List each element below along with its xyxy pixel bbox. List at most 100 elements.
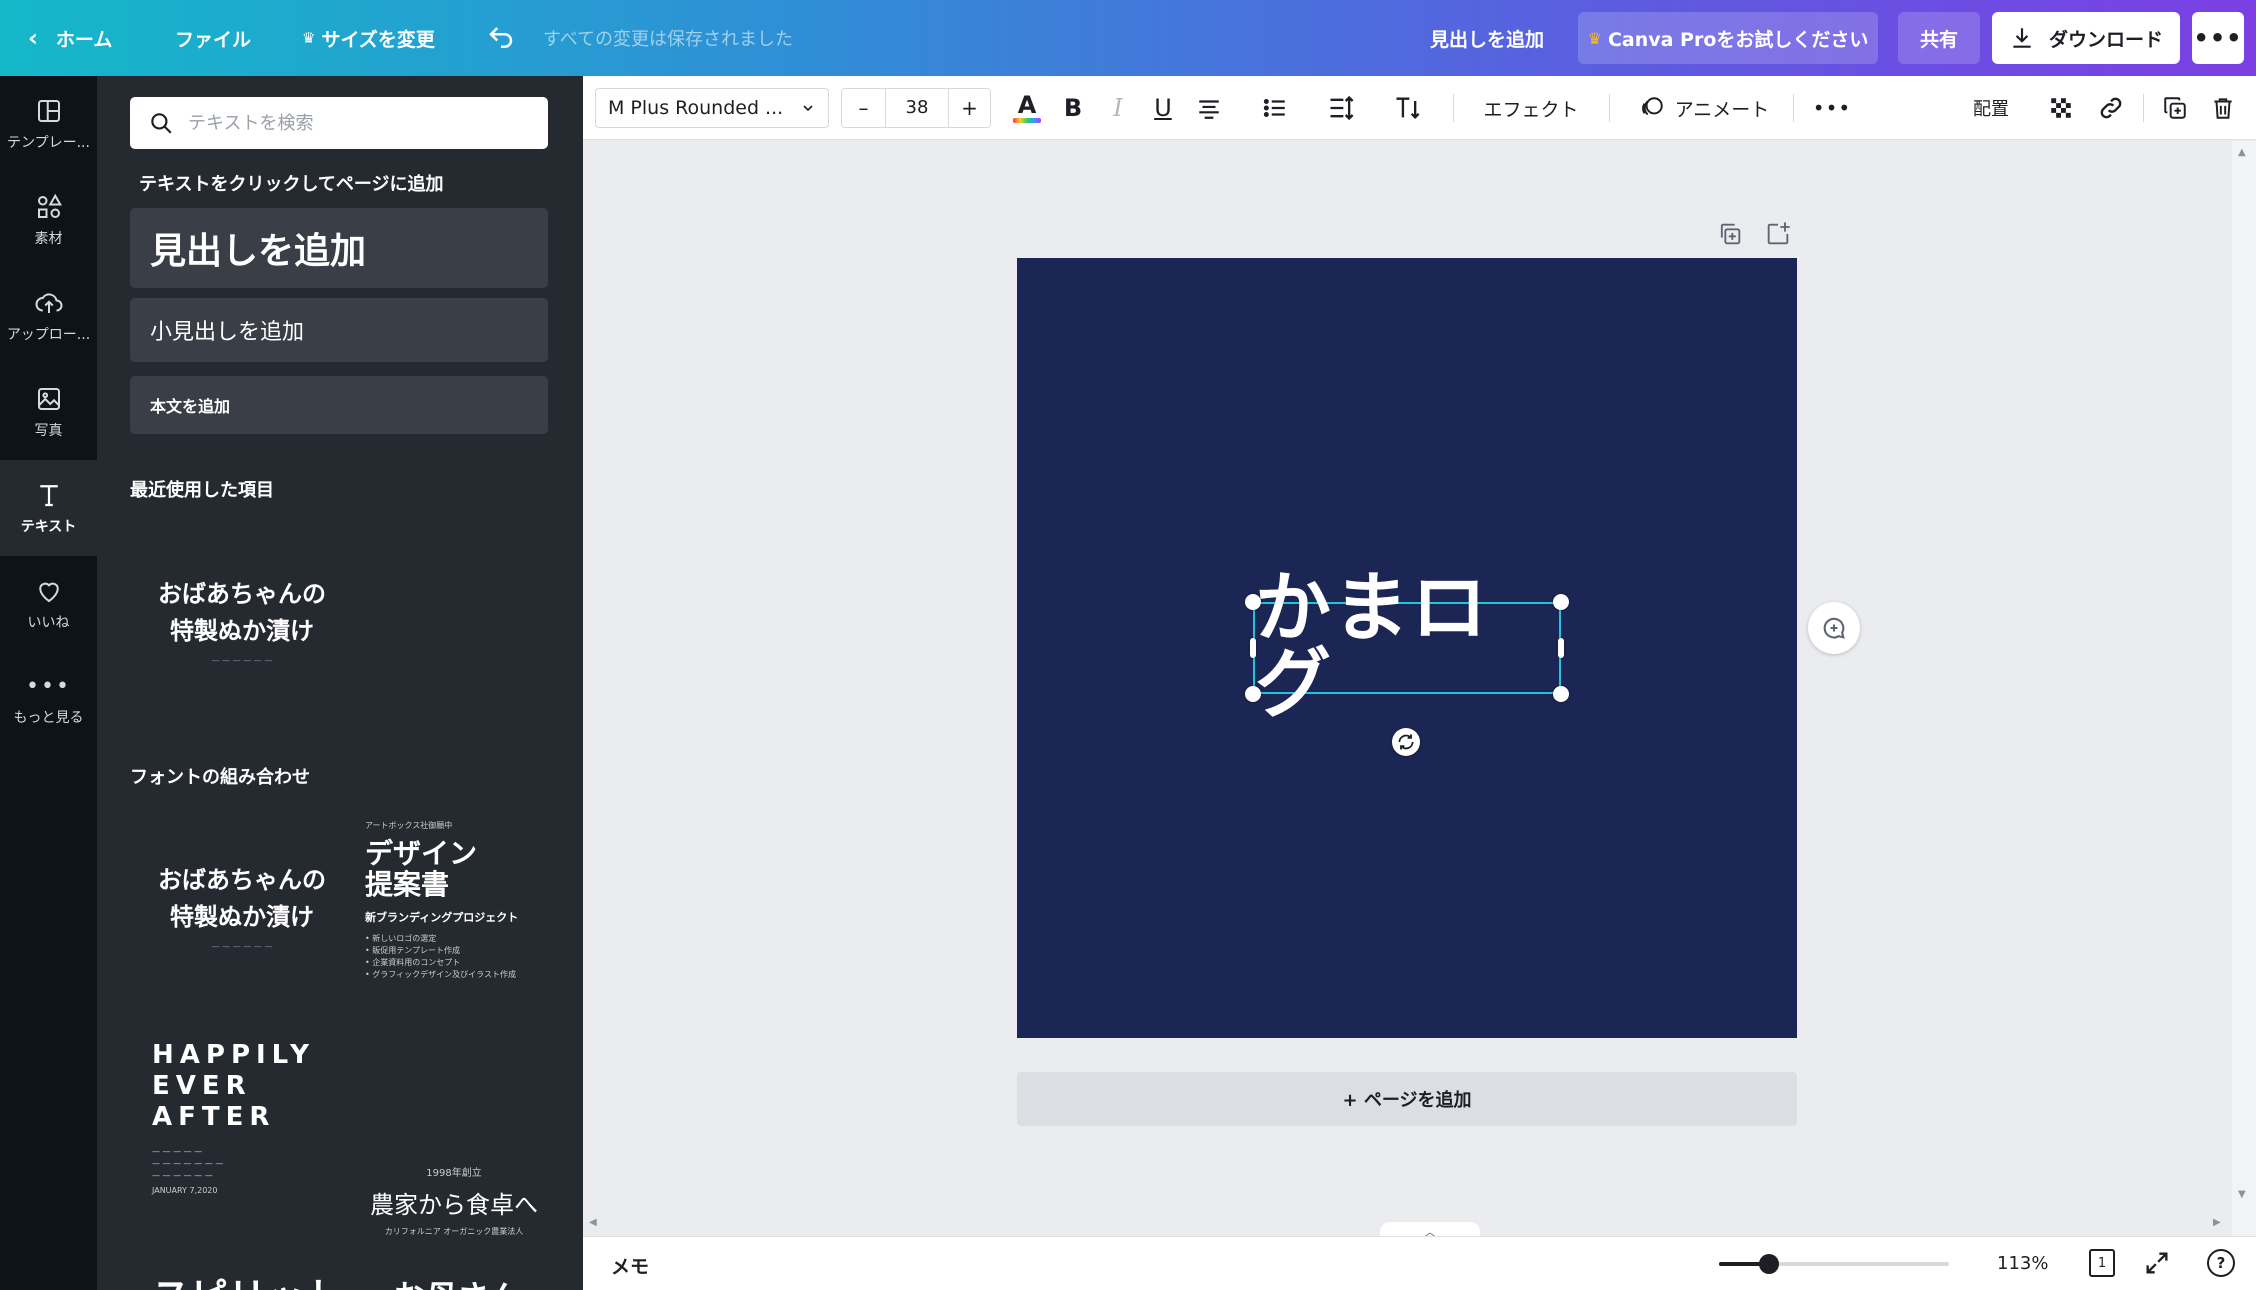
transparency-button[interactable]	[2041, 88, 2081, 128]
file-menu-button[interactable]: ファイル	[175, 0, 251, 76]
recent-font-combo[interactable]: おばあちゃんの 特製ぬか漬け — — — — — —	[152, 574, 332, 665]
font-size-decrease-button[interactable]: –	[842, 88, 886, 128]
fullscreen-button[interactable]	[2143, 1249, 2171, 1281]
vertical-scrollbar[interactable]: ▲ ▼	[2232, 141, 2256, 1236]
font-combo-4[interactable]: 1998年創立 農家から食卓へ カリフォルニア オーガニック農業法人	[359, 1164, 549, 1237]
duplicate-button[interactable]	[2155, 88, 2195, 128]
scroll-up-arrow[interactable]: ▲	[2238, 147, 2246, 158]
home-button[interactable]: ‹ ホーム	[28, 0, 112, 76]
selected-text-element[interactable]: かまログ	[1253, 570, 1561, 722]
crown-icon: ♛	[1587, 28, 1602, 48]
add-subheading-button[interactable]: 小見出しを追加	[130, 298, 548, 362]
zoom-slider[interactable]	[1719, 1254, 1949, 1274]
font-size-increase-button[interactable]: +	[948, 88, 990, 128]
text-color-button[interactable]: A	[1007, 88, 1047, 128]
font-combo-1[interactable]: おばあちゃんの 特製ぬか漬け — — — — — —	[152, 860, 332, 951]
italic-icon: I	[1113, 94, 1123, 122]
resize-handle-left[interactable]	[1250, 638, 1256, 658]
bold-icon: B	[1063, 94, 1083, 122]
delete-button[interactable]	[2203, 88, 2243, 128]
rotate-icon	[1398, 734, 1414, 750]
animate-button[interactable]: アニメート	[1629, 88, 1779, 128]
position-button[interactable]: 配置	[1963, 88, 2019, 128]
resize-button[interactable]: ♛ サイズを変更	[302, 0, 435, 76]
comment-add-icon	[1823, 617, 1845, 639]
undo-button[interactable]	[486, 0, 516, 76]
text-search-input[interactable]	[188, 112, 528, 134]
resize-handle-bottom-left[interactable]	[1245, 686, 1261, 702]
rail-item-text[interactable]: テキスト	[0, 460, 97, 556]
add-heading-button[interactable]: 見出しを追加	[130, 208, 548, 288]
scroll-left-arrow[interactable]: ◀	[589, 1217, 597, 1228]
font-size-input[interactable]: 38	[886, 88, 948, 128]
rail-item-likes[interactable]: いいね	[0, 556, 97, 652]
list-button[interactable]	[1255, 88, 1295, 128]
canvas-text[interactable]: かまログ	[1255, 570, 1559, 722]
zoom-slider-thumb[interactable]	[1759, 1254, 1779, 1274]
toolbar-divider	[1793, 94, 1794, 122]
more-menu-button[interactable]: •••	[2192, 12, 2244, 64]
rail-item-elements[interactable]: 素材	[0, 172, 97, 268]
resize-handle-top-left[interactable]	[1245, 594, 1261, 610]
font-combo-2[interactable]: アートボックス社御願中 デザイン 提案書 新ブランディングプロジェクト • 新し…	[365, 820, 555, 981]
more-icon: •••	[26, 673, 71, 699]
download-button[interactable]: ダウンロード	[1992, 12, 2180, 64]
rail-label: テンプレー...	[7, 135, 90, 151]
link-button[interactable]	[2091, 88, 2131, 128]
combo-line: 提案書	[365, 867, 450, 901]
resize-handle-top-right[interactable]	[1553, 594, 1569, 610]
try-pro-button[interactable]: ♛ Canva Proをお試しください	[1578, 12, 1878, 64]
rail-item-templates[interactable]: テンプレー...	[0, 76, 97, 172]
italic-button[interactable]: I	[1098, 88, 1138, 128]
duplicate-page-icon[interactable]	[1716, 220, 1744, 248]
bold-button[interactable]: B	[1053, 88, 1093, 128]
combo-bullet: • 企業資料用のコンセプト	[365, 957, 461, 967]
duplicate-icon	[2164, 97, 2186, 119]
rail-item-uploads[interactable]: アップロー...	[0, 268, 97, 364]
align-button[interactable]	[1189, 88, 1229, 128]
zoom-level[interactable]: 113%	[1997, 1253, 2048, 1274]
font-combo-5[interactable]: スピリット	[152, 1266, 342, 1290]
page-count: 1	[2097, 1255, 2107, 1271]
vertical-text-button[interactable]	[1387, 88, 1427, 128]
scroll-right-arrow[interactable]: ▶	[2213, 1217, 2221, 1228]
add-page-icon[interactable]	[1764, 220, 1792, 248]
rotate-handle[interactable]	[1392, 728, 1420, 756]
combo-line: 農家から食卓へ	[370, 1191, 538, 1219]
align-center-icon	[1199, 100, 1219, 119]
line-spacing-icon	[1330, 95, 1354, 121]
share-button[interactable]: 共有	[1898, 12, 1980, 64]
font-family-select[interactable]: M Plus Rounded ...	[595, 88, 829, 128]
add-page-button[interactable]: + ページを追加	[1017, 1072, 1797, 1126]
expand-icon	[2146, 1252, 2168, 1274]
page-count-button[interactable]: 1	[2089, 1249, 2115, 1277]
font-combo-3[interactable]: HAPPILY EVER AFTER — — — — — — — — — — — …	[152, 1040, 332, 1195]
help-button[interactable]: ?	[2207, 1249, 2235, 1277]
text-search-box[interactable]	[130, 97, 548, 149]
animate-icon	[1641, 97, 1663, 116]
rail-label: アップロー...	[6, 327, 91, 343]
resize-handle-right[interactable]	[1558, 638, 1564, 658]
combo-date: JANUARY 7,2020	[152, 1185, 218, 1195]
rail-item-photos[interactable]: 写真	[0, 364, 97, 460]
effects-button[interactable]: エフェクト	[1479, 88, 1583, 128]
toolbar-divider	[1453, 94, 1454, 122]
help-icon: ?	[2216, 1254, 2226, 1272]
notes-button[interactable]: メモ	[611, 1252, 649, 1279]
resize-handle-bottom-right[interactable]	[1553, 686, 1569, 702]
add-heading-top-button[interactable]: 見出しを追加	[1430, 0, 1544, 76]
left-rail: テンプレー... 素材 アップロー... 写真 テキスト いいね ••• もっと…	[0, 76, 97, 1290]
combo-year: 1998年創立	[426, 1168, 482, 1179]
spacing-button[interactable]	[1321, 88, 1361, 128]
toolbar-more-button[interactable]: •••	[1809, 88, 1855, 128]
add-body-text-button[interactable]: 本文を追加	[130, 376, 548, 434]
combo-sub: カリフォルニア オーガニック農業法人	[384, 1227, 524, 1236]
font-combo-6[interactable]: お母さん	[393, 1272, 521, 1290]
underline-icon: U	[1154, 94, 1172, 122]
scroll-down-arrow[interactable]: ▼	[2238, 1189, 2246, 1200]
download-label: ダウンロード	[2048, 28, 2163, 51]
comment-button[interactable]	[1808, 602, 1860, 654]
rail-label: いいね	[27, 615, 70, 631]
underline-button[interactable]: U	[1143, 88, 1183, 128]
rail-item-more[interactable]: ••• もっと見る	[0, 652, 97, 748]
